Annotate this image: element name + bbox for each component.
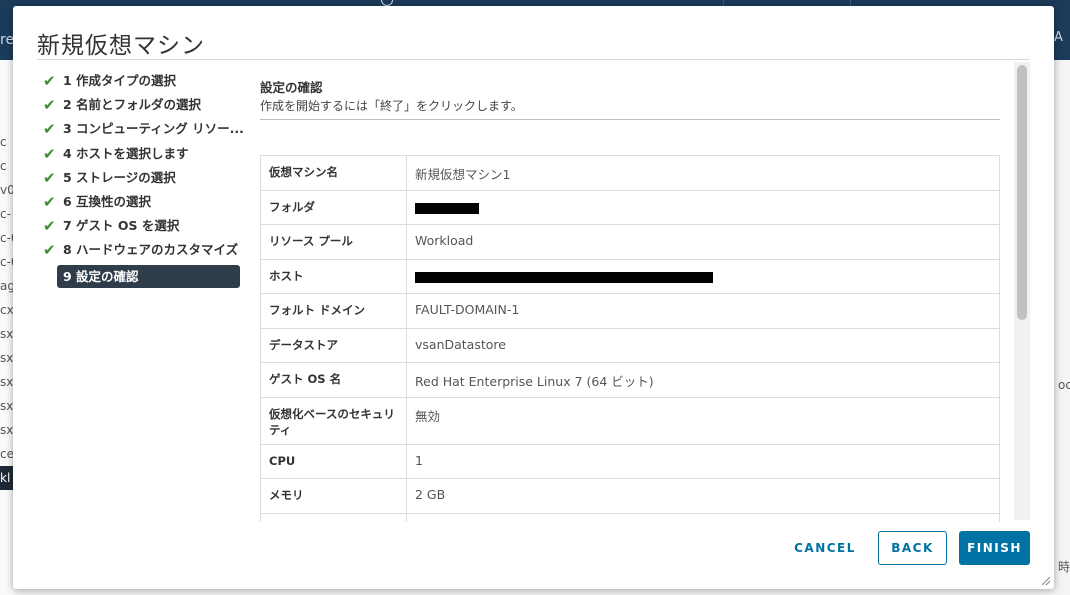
back-button[interactable]: BACK xyxy=(878,531,947,565)
scrollbar-thumb[interactable] xyxy=(1017,65,1027,320)
row-key: フォルト ドメイン xyxy=(260,293,407,329)
cancel-button[interactable]: CANCEL xyxy=(786,531,864,565)
wizard-step-label: 9 設定の確認 xyxy=(63,268,139,284)
wizard-step-label: 2 名前とフォルダの選択 xyxy=(63,97,202,113)
checkmark-icon: ✔ xyxy=(43,144,56,163)
row-value: 無効 xyxy=(406,396,1000,445)
checkmark-icon: ✔ xyxy=(43,72,56,90)
redaction-bar xyxy=(415,271,713,283)
wizard-step-label: 3 コンピューティング リソー... xyxy=(63,121,244,137)
tree-item[interactable]: ag xyxy=(0,274,14,298)
wizard-step-6[interactable]: ✔ 6 互換性の選択 xyxy=(39,191,254,215)
row-value xyxy=(406,189,1000,225)
tree-item[interactable]: c xyxy=(0,130,14,154)
row-key xyxy=(260,512,407,522)
tree-item[interactable]: c-0 xyxy=(0,226,14,250)
table-row: ホスト xyxy=(260,258,1000,294)
wizard-step-label: 8 ハードウェアのカスタマイズ xyxy=(63,242,239,258)
wizard-step-5[interactable]: ✔ 5 ストレージの選択 xyxy=(39,167,254,191)
checkmark-icon: ✔ xyxy=(43,241,56,260)
content-scrollbar[interactable] xyxy=(1014,62,1030,520)
checkmark-icon: ✔ xyxy=(43,96,56,115)
checkmark-icon: ✔ xyxy=(43,120,56,139)
wizard-step-label: 4 ホストを選択します xyxy=(63,145,189,161)
row-value: 1 xyxy=(406,443,1000,479)
tree-item[interactable]: sx xyxy=(0,322,14,346)
wizard-step-label: 7 ゲスト OS を選択 xyxy=(63,218,180,234)
checkmark-icon: ✔ xyxy=(43,192,56,211)
new-vm-wizard-dialog: 新規仮想マシン ✔ 1 作成タイプの選択 ✔ 2 名前とフォルダの選択 ✔ 3 … xyxy=(13,6,1054,589)
header-partial-text[interactable]: A xyxy=(1054,30,1070,45)
row-key: データストア xyxy=(260,327,407,363)
row-key: ゲスト OS 名 xyxy=(260,362,407,398)
wizard-step-7[interactable]: ✔ 7 ゲスト OS を選択 xyxy=(39,215,254,239)
table-row: データストア vsanDatastore xyxy=(260,327,1000,363)
row-value: Workload xyxy=(406,224,1000,260)
dialog-title: 新規仮想マシン xyxy=(37,33,205,59)
checkmark-icon: ✔ xyxy=(43,217,56,236)
background-partial-text: oc xyxy=(1058,378,1070,392)
table-row: リソース プール Workload xyxy=(260,224,1000,260)
header-partial-text: re xyxy=(0,32,14,48)
checkmark-icon: ✔ xyxy=(43,168,56,187)
table-row: ゲスト OS 名 Red Hat Enterprise Linux 7 (64 … xyxy=(260,362,1000,398)
table-row: 仮想マシン名 新規仮想マシン1 xyxy=(260,155,1000,191)
row-value: FAULT-DOMAIN-1 xyxy=(406,293,1000,329)
table-row: 仮想化ベースのセキュリティ 無効 xyxy=(260,396,1000,445)
table-row: フォルト ドメイン FAULT-DOMAIN-1 xyxy=(260,293,1000,329)
tree-item[interactable]: c- xyxy=(0,202,14,226)
background-partial-text: 時 xyxy=(1058,560,1070,574)
row-key: 仮想化ベースのセキュリティ xyxy=(260,396,407,445)
tree-item-selected[interactable]: kl xyxy=(0,466,14,490)
settings-summary-table: 仮想マシン名 新規仮想マシン1 フォルダ リソース プール Workload ホ… xyxy=(260,155,1000,522)
row-key: 仮想マシン名 xyxy=(260,155,407,191)
row-key: フォルダ xyxy=(260,189,407,225)
table-row: フォルダ xyxy=(260,189,1000,225)
resize-grip-icon[interactable] xyxy=(1042,577,1050,585)
tree-item[interactable]: sx xyxy=(0,394,14,418)
inventory-tree: c c v0 c- c-0 c-0 ag cx sx sx sx sx sx c… xyxy=(0,60,14,595)
tree-item[interactable]: c-0 xyxy=(0,250,14,274)
section-title: 設定の確認 xyxy=(260,80,323,95)
table-row: CPU 1 xyxy=(260,443,1000,479)
tree-item[interactable]: sx xyxy=(0,370,14,394)
row-value: 2 GB xyxy=(406,478,1000,514)
row-value: Red Hat Enterprise Linux 7 (64 ビット) xyxy=(406,362,1000,398)
redaction-bar xyxy=(415,202,479,214)
tree-item[interactable]: ce xyxy=(0,442,14,466)
finish-button[interactable]: FINISH xyxy=(959,531,1030,565)
wizard-step-2[interactable]: ✔ 2 名前とフォルダの選択 xyxy=(39,94,254,118)
wizard-step-label: 6 互換性の選択 xyxy=(63,193,152,209)
tree-item[interactable]: sx xyxy=(0,346,14,370)
table-row xyxy=(260,512,1000,522)
row-key: CPU xyxy=(260,443,407,479)
tree-item[interactable]: v0 xyxy=(0,178,14,202)
wizard-step-label: 1 作成タイプの選択 xyxy=(63,73,177,88)
wizard-step-4[interactable]: ✔ 4 ホストを選択します xyxy=(39,143,254,167)
row-key: ホスト xyxy=(260,258,407,294)
wizard-step-3[interactable]: ✔ 3 コンピューティング リソー... xyxy=(39,118,254,142)
row-value: vsanDatastore xyxy=(406,327,1000,363)
wizard-steps: ✔ 1 作成タイプの選択 ✔ 2 名前とフォルダの選択 ✔ 3 コンピューティン… xyxy=(39,70,254,288)
row-key: メモリ xyxy=(260,478,407,514)
wizard-step-8[interactable]: ✔ 8 ハードウェアのカスタマイズ xyxy=(39,239,254,263)
tree-item[interactable]: sx xyxy=(0,418,14,442)
row-value xyxy=(406,258,1000,294)
table-row: メモリ 2 GB xyxy=(260,478,1000,514)
title-divider xyxy=(37,59,1030,60)
row-value xyxy=(406,512,1000,522)
section-divider xyxy=(260,119,1000,120)
section-description: 作成を開始するには「終了」をクリックします。 xyxy=(260,99,523,113)
wizard-step-1[interactable]: ✔ 1 作成タイプの選択 xyxy=(39,70,254,94)
wizard-step-9-active[interactable]: 9 設定の確認 xyxy=(57,264,240,288)
row-key: リソース プール xyxy=(260,224,407,260)
review-settings-panel: 設定の確認 作成を開始するには「終了」をクリックします。 仮想マシン名 新規仮想… xyxy=(260,62,1012,522)
row-value: 新規仮想マシン1 xyxy=(406,155,1000,191)
wizard-step-label: 5 ストレージの選択 xyxy=(63,169,176,185)
tree-item[interactable]: cx xyxy=(0,298,14,322)
tree-item[interactable]: c xyxy=(0,154,14,178)
